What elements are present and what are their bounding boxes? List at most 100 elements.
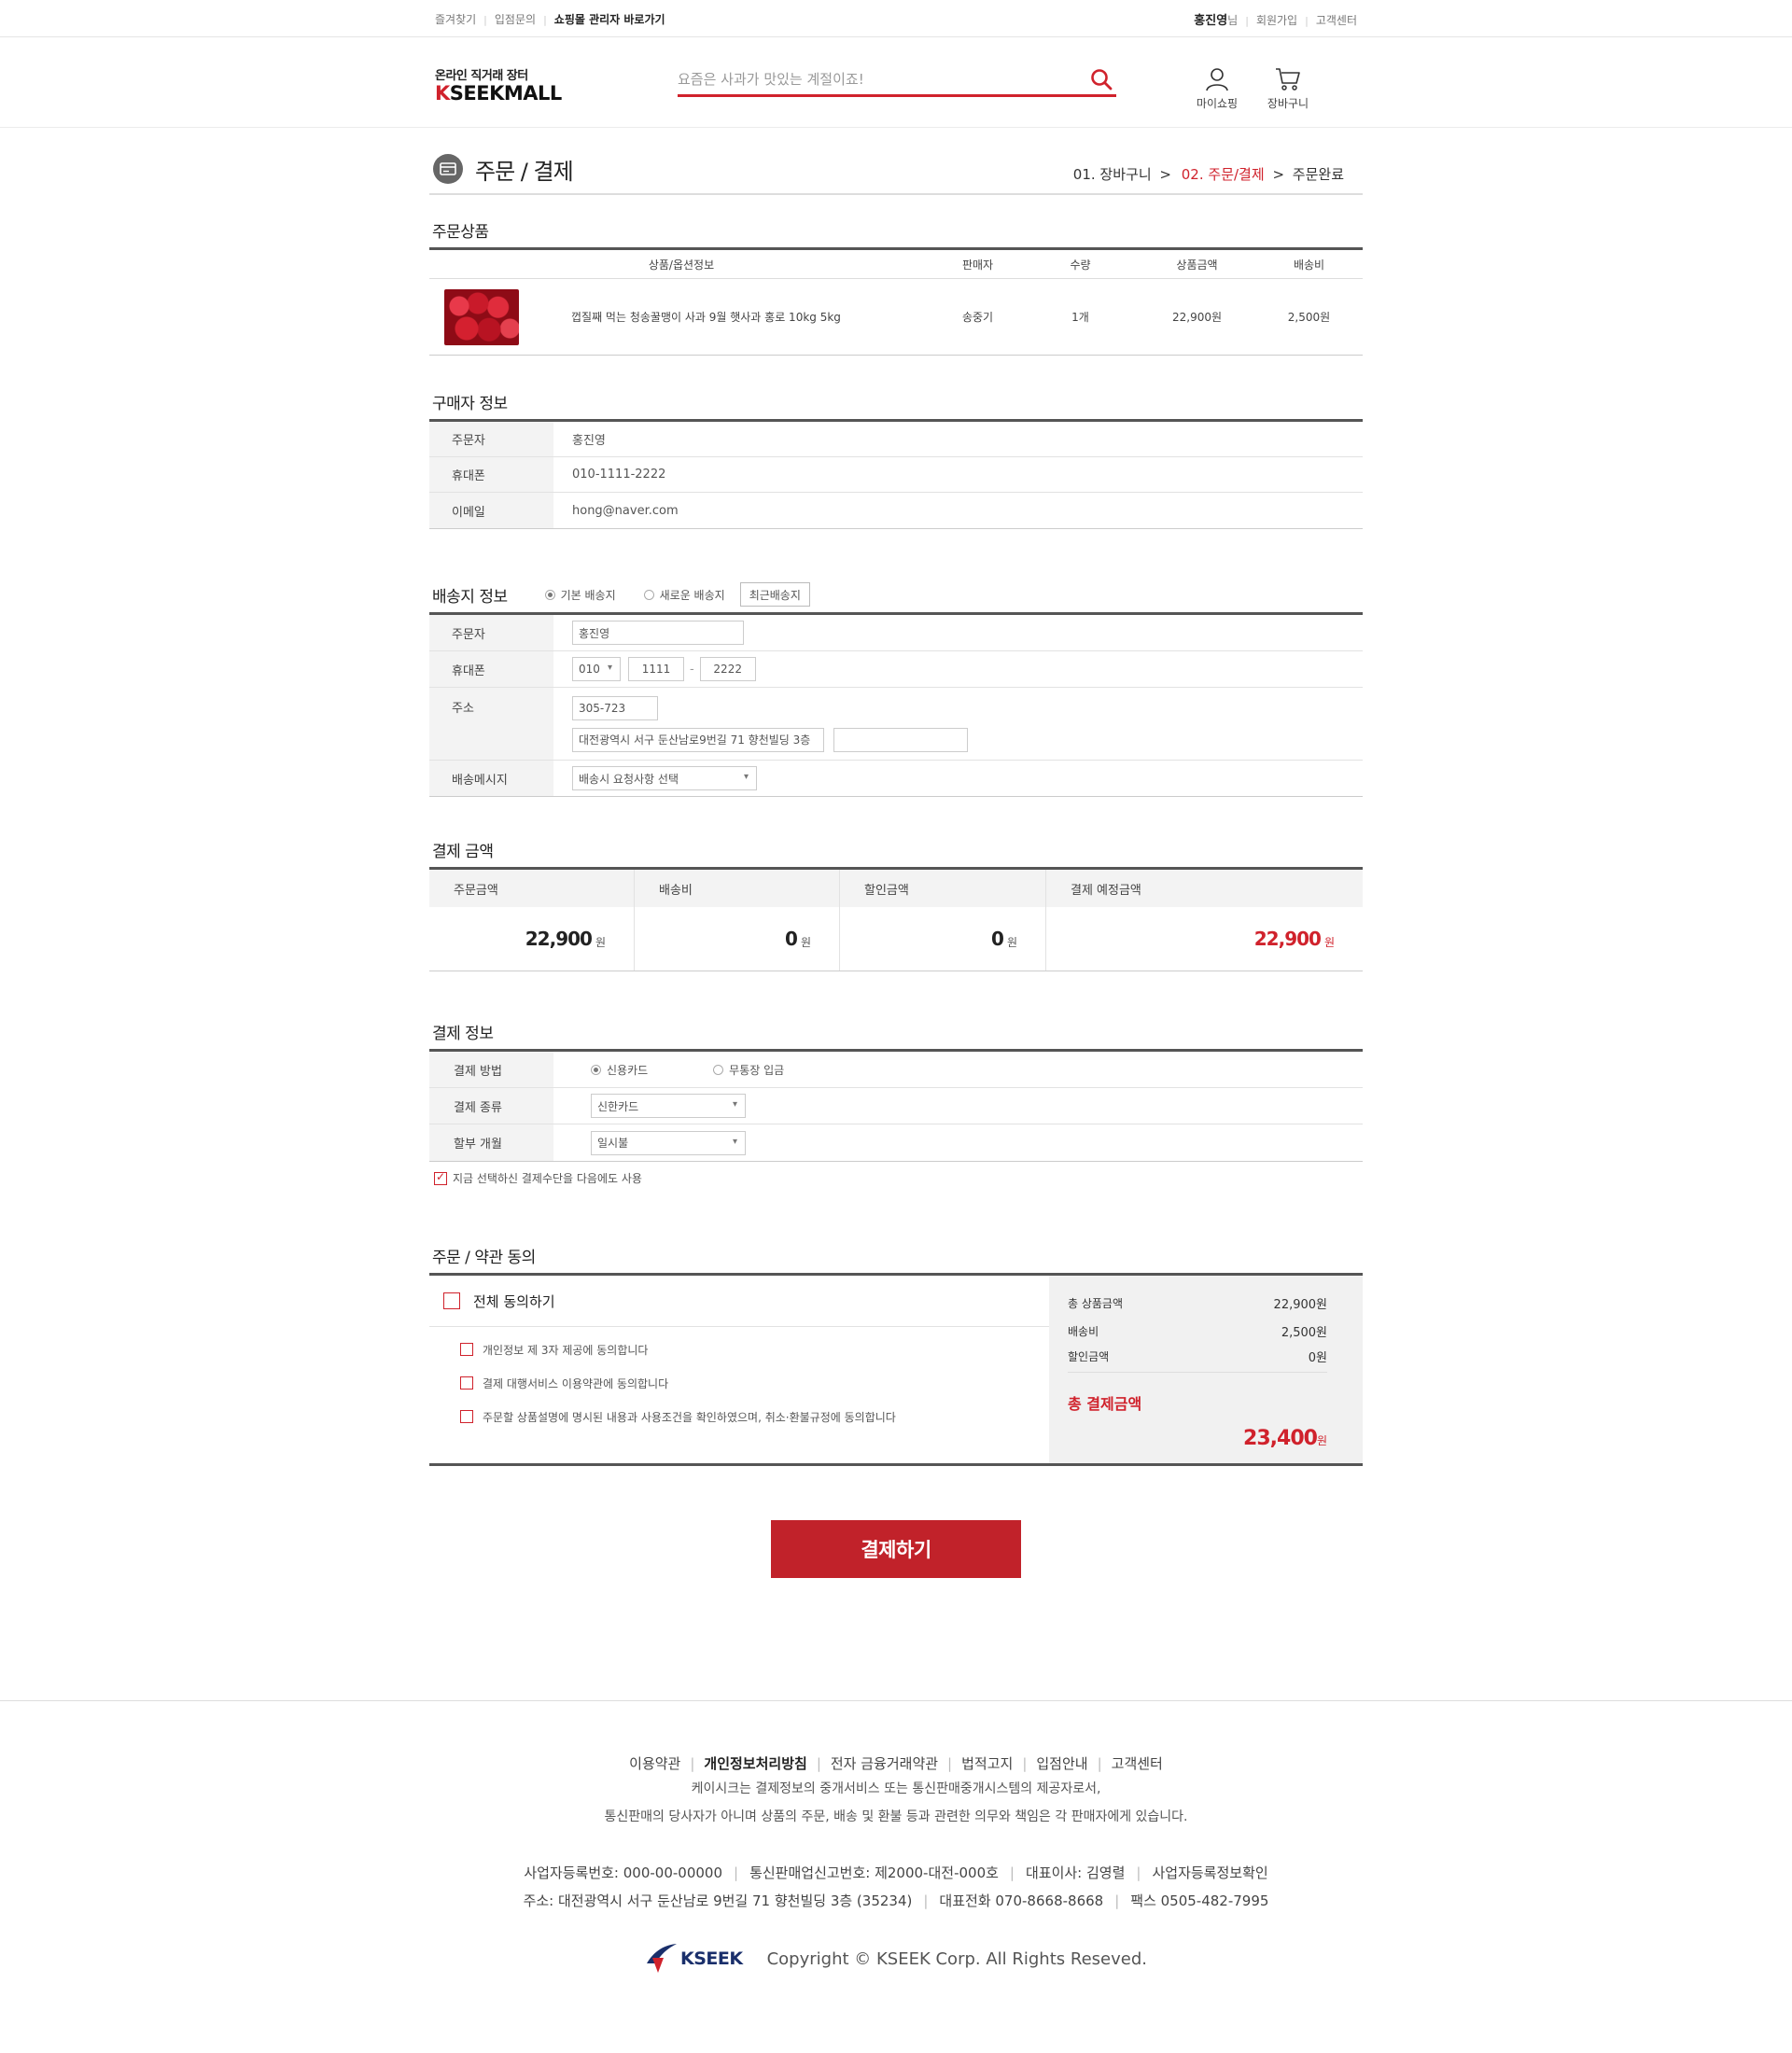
buyer-name: 홍진영 xyxy=(572,434,606,448)
product-qty: 1개 xyxy=(1071,311,1089,324)
footer-brand: KSEEK Copyright © KSEEK Corp. All Rights… xyxy=(0,1943,1792,1975)
cart-label: 장바구니 xyxy=(1267,97,1309,110)
mypage-label: 마이쇼핑 xyxy=(1196,97,1239,110)
cart-button[interactable]: 장바구니 xyxy=(1253,67,1323,111)
admin-link[interactable]: 쇼핑몰 관리자 바로가기 xyxy=(554,13,665,26)
col-price: 상품금액 xyxy=(1176,258,1218,272)
zipcode-field[interactable]: 305-723 xyxy=(572,695,658,720)
footer-link-terms[interactable]: 이용약관 xyxy=(629,1755,680,1772)
phone-last-field[interactable]: 2222 xyxy=(699,657,756,681)
footer-link-finance-terms[interactable]: 전자 금융거래약관 xyxy=(831,1755,938,1772)
business-info-check-link[interactable]: 사업자등록정보확인 xyxy=(1152,1864,1267,1881)
footer-links: 이용약관 | 개인정보처리방침 | 전자 금융거래약관 | 법적고지 | 입점안내 | 고객센터 xyxy=(629,1755,1163,1772)
phone-middle-field[interactable]: 1111 xyxy=(628,657,684,681)
save-payment-checkbox[interactable] xyxy=(434,1170,447,1185)
product-shipping: 2,500원 xyxy=(1287,311,1331,324)
product-price: 22,900원 xyxy=(1171,311,1223,324)
product-image[interactable] xyxy=(444,288,519,345)
summary-shipping-amount: 2,500원 xyxy=(1281,1325,1327,1340)
search-icon[interactable] xyxy=(1088,67,1114,93)
shipping-default-radio[interactable]: 기본 배송지 xyxy=(544,587,616,603)
product-name[interactable]: 껍질째 먹는 청송꿀맹이 사과 9월 햇사과 홍로 10kg 5kg xyxy=(571,309,851,325)
order-products-section: 주문상품 상품/옵션정보 판매자 수량 상품금액 배송비 껍질째 먹는 청송꿀맹… xyxy=(429,218,1363,356)
agreement-section: 주문 / 약관 동의 전체 동의하기 개인정보 제 3자 제공에 동의합니다 결… xyxy=(429,1244,1363,1466)
order-products-title: 주문상품 xyxy=(432,223,489,242)
utility-left: 즐겨찾기 | 입점문의 | 쇼핑몰 관리자 바로가기 xyxy=(435,12,665,26)
mypage-button[interactable]: 마이쇼핑 xyxy=(1182,67,1253,111)
recent-address-button[interactable]: 최근배송지 xyxy=(739,582,810,607)
payment-info-title: 결제 정보 xyxy=(432,1025,494,1043)
agree-product-terms-checkbox[interactable] xyxy=(460,1410,473,1423)
top-utility-bar: 즐겨찾기 | 입점문의 | 쇼핑몰 관리자 바로가기 홍진영님 | 회원가입 | 고객센터 xyxy=(0,0,1792,37)
site-logo[interactable]: 온라인 직거래 장터 KSEEKMALL xyxy=(435,65,562,104)
agree-payment-service-checkbox[interactable] xyxy=(460,1376,473,1390)
recipient-name-field[interactable]: 홍진영 xyxy=(572,621,744,645)
order-amount-label: 주문금액 xyxy=(429,870,634,907)
kseek-logo-icon xyxy=(647,1944,677,1973)
utility-right: 홍진영님 | 회원가입 | 고객센터 xyxy=(1194,13,1357,28)
bank-transfer-radio[interactable]: 무통장 입금 xyxy=(713,1062,784,1078)
buyer-phone: 010-1111-2222 xyxy=(572,468,666,482)
table-row: 껍질째 먹는 청송꿀맹이 사과 9월 햇사과 홍로 10kg 5kg 송중기 1… xyxy=(429,279,1363,356)
summary-discount-amount: 0원 xyxy=(1308,1351,1327,1365)
payment-amount-section: 결제 금액 주문금액 22,900 원 배송비 0원 할인금액 0원 결제 예정금… xyxy=(429,838,1363,971)
footer-link-partner[interactable]: 입점안내 xyxy=(1036,1755,1087,1772)
shipping-new-radio[interactable]: 새로운 배송지 xyxy=(643,587,725,603)
cart-icon xyxy=(1276,68,1300,91)
total-label: 총 결제금액 xyxy=(1068,1395,1142,1413)
payment-info-table: 결제 방법 신용카드 무통장 입금 결제 종류 신한카드 할부 개월 일시불 xyxy=(429,1049,1363,1162)
footer-link-support[interactable]: 고객센터 xyxy=(1112,1755,1163,1772)
phone-prefix-select[interactable]: 010 xyxy=(572,657,621,681)
user-name: 홍진영 xyxy=(1194,13,1228,28)
shipping-fee-value: 0 xyxy=(785,928,798,950)
address-detail-field[interactable] xyxy=(833,727,968,752)
agree-all-checkbox[interactable] xyxy=(443,1292,460,1309)
page-title-bar: 주문 / 결제 01. 장바구니 > 02. 주문/결제 > 주문완료 xyxy=(429,148,1363,195)
col-seller: 판매자 xyxy=(961,258,994,272)
shipping-section: 배송지 정보 기본 배송지 새로운 배송지 최근배송지 주문자 홍진영 휴대폰 … xyxy=(429,582,1363,797)
search-input[interactable] xyxy=(678,65,1070,93)
delivery-message-select[interactable]: 배송시 요청사항 선택 xyxy=(572,766,757,790)
support-link[interactable]: 고객센터 xyxy=(1316,14,1357,27)
list-item: 개인정보 제 3자 제공에 동의합니다 xyxy=(429,1333,1049,1366)
summary-product-amount: 22,900원 xyxy=(1273,1297,1327,1312)
footer-link-legal[interactable]: 법적고지 xyxy=(961,1755,1013,1772)
bookmark-link[interactable]: 즐겨찾기 xyxy=(435,13,476,26)
col-product-info: 상품/옵션정보 xyxy=(648,258,715,272)
footer-desc-2: 통신판매의 당사자가 아니며 상품의 주문, 배송 및 환불 등과 관련한 의무… xyxy=(604,1809,1188,1824)
list-item: 결제 대행서비스 이용약관에 동의합니다 xyxy=(429,1366,1049,1400)
total-amount: 23,400 xyxy=(1243,1427,1318,1450)
payment-amount-table: 주문금액 22,900 원 배송비 0원 할인금액 0원 결제 예정금액 22,9… xyxy=(429,867,1363,971)
discount-label: 할인금액 xyxy=(840,870,1045,907)
installment-select[interactable]: 일시불 xyxy=(591,1130,746,1155)
expected-amount-value: 22,900 xyxy=(1253,928,1322,950)
signup-link[interactable]: 회원가입 xyxy=(1256,14,1297,27)
shipping-fee-label: 배송비 xyxy=(635,870,839,907)
credit-card-radio[interactable]: 신용카드 xyxy=(591,1062,648,1078)
order-summary: 총 상품금액 22,900원 배송비 2,500원 할인금액 0원 총 결제금액 23… xyxy=(1049,1276,1363,1463)
page-title: 주문 / 결제 xyxy=(475,159,574,185)
buyer-row-email: 이메일 hong@naver.com xyxy=(429,493,1363,528)
footer-link-privacy[interactable]: 개인정보처리방침 xyxy=(704,1755,806,1772)
payment-amount-title: 결제 금액 xyxy=(432,843,494,861)
agreement-title: 주문 / 약관 동의 xyxy=(432,1249,536,1267)
footer-brand-name: KSEEK xyxy=(680,1948,743,1969)
card-icon xyxy=(433,154,463,184)
shipping-table: 주문자 홍진영 휴대폰 010 1111 - 2222 주소 305-723 xyxy=(429,612,1363,797)
col-shipping: 배송비 xyxy=(1293,258,1325,272)
card-type-select[interactable]: 신한카드 xyxy=(591,1094,746,1118)
order-steps: 01. 장바구니 > 02. 주문/결제 > 주문완료 xyxy=(1072,166,1344,183)
agreement-box: 전체 동의하기 개인정보 제 3자 제공에 동의합니다 결제 대행서비스 이용약… xyxy=(429,1273,1363,1466)
step-order: 02. 주문/결제 xyxy=(1181,166,1265,183)
address-field[interactable]: 대전광역시 서구 둔산남로9번길 71 향천빌딩 3층 xyxy=(572,727,824,752)
buyer-section: 구매자 정보 주문자 홍진영 휴대폰 010-1111-2222 이메일 hon… xyxy=(429,390,1363,529)
pay-button[interactable]: 결제하기 xyxy=(771,1520,1021,1578)
order-products-header: 상품/옵션정보 판매자 수량 상품금액 배송비 xyxy=(429,247,1363,279)
agree-all-label: 전체 동의하기 xyxy=(473,1292,555,1310)
search-box xyxy=(678,65,1116,97)
site-header: 온라인 직거래 장터 KSEEKMALL 마이쇼핑 장바구니 xyxy=(0,37,1792,128)
agree-third-party-checkbox[interactable] xyxy=(460,1343,473,1356)
footer-business-info: 사업자등록번호: 000-00-00000 | 통신판매업신고번호: 제2000-대… xyxy=(524,1864,1268,1881)
partner-inquiry-link[interactable]: 입점문의 xyxy=(495,13,536,26)
header-icons: 마이쇼핑 장바구니 xyxy=(1182,67,1323,111)
